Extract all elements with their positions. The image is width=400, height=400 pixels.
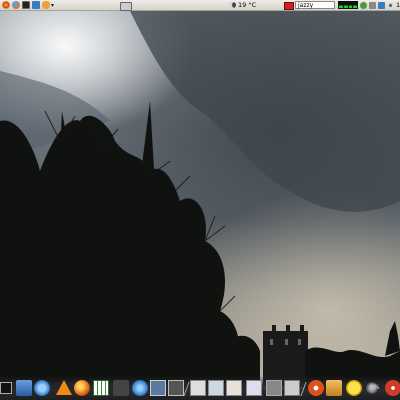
vlc-icon[interactable] (56, 380, 72, 395)
window-thumbnail-2[interactable] (208, 380, 224, 396)
system-monitor-graph[interactable] (338, 1, 358, 9)
audio-icon[interactable] (113, 380, 129, 396)
weather-applet[interactable]: 19 °C (230, 1, 256, 9)
ubuntu-one-icon[interactable] (308, 380, 324, 396)
weather-temperature: 19 °C (238, 1, 257, 9)
file-manager-icon[interactable] (168, 380, 184, 396)
window-thumbnail-1[interactable] (190, 380, 206, 396)
power-icon[interactable] (385, 380, 400, 396)
firefox-icon[interactable] (12, 1, 20, 9)
wallpaper-scene (0, 11, 400, 389)
bluetooth-icon[interactable] (369, 1, 376, 9)
network-icon[interactable] (120, 2, 132, 11)
launcher-dropdown-icon[interactable]: ▾ (51, 2, 54, 9)
update-icon[interactable] (360, 1, 367, 9)
terminal-icon[interactable] (22, 1, 30, 9)
settings-icon[interactable] (387, 1, 394, 9)
help-icon[interactable] (132, 380, 148, 396)
window-thumbnail-6[interactable] (284, 380, 300, 396)
keyboard-layout-icon[interactable] (284, 2, 294, 10)
window-thumbnail-4[interactable] (246, 380, 262, 396)
folder-icon[interactable] (326, 380, 342, 396)
moon-icon (230, 2, 236, 8)
window-thumbnail-5[interactable] (266, 380, 282, 396)
desktop-wallpaper (0, 11, 400, 389)
system-tray: 14 (360, 1, 400, 9)
network-launcher-icon[interactable] (34, 380, 50, 396)
cpu-percentage: 0% (370, 384, 380, 391)
screenshot-icon[interactable] (150, 380, 166, 396)
window-thumbnail-3[interactable] (226, 380, 242, 396)
user-switcher[interactable]: jazzy (295, 1, 335, 9)
firefox-launcher-icon[interactable] (74, 380, 90, 396)
dock-separator (300, 382, 307, 396)
dock (0, 376, 400, 400)
desktop-launcher-icon[interactable] (16, 380, 32, 396)
clock[interactable]: 14 (396, 1, 400, 9)
dock-separator (183, 382, 190, 396)
hand-icon[interactable] (42, 1, 50, 9)
emoticon-icon[interactable] (346, 380, 362, 396)
applications-menu-icon[interactable] (2, 1, 10, 9)
mail-icon[interactable] (32, 1, 40, 9)
spreadsheet-icon[interactable] (93, 380, 109, 396)
terminal-launcher-icon[interactable] (0, 382, 12, 394)
volume-icon[interactable] (378, 1, 385, 9)
